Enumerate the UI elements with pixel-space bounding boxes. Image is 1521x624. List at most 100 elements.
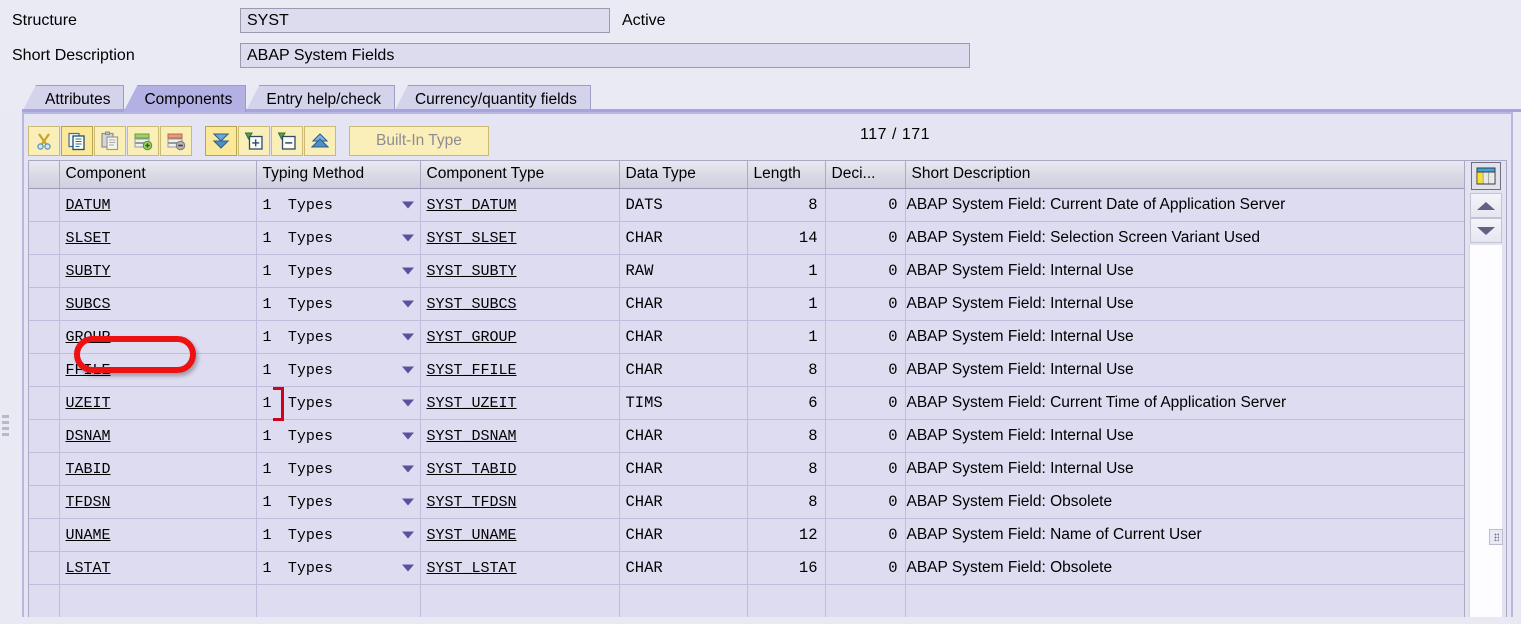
cell-typing-method[interactable]: 1 Types [256,453,420,486]
tab-currency-quantity-fields[interactable]: Currency/quantity fields [394,85,591,112]
component-type-link[interactable]: SYST_LSTAT [427,560,517,577]
chevron-down-icon[interactable] [402,565,414,572]
table-row-partial[interactable] [29,585,1465,618]
row-selector[interactable] [29,288,59,321]
cell-typing-method[interactable]: 1 Types [256,222,420,255]
table-row[interactable]: SUBTY 1 Types SYST_SUBTY RAW 1 0 ABAP Sy… [29,255,1465,288]
cell-typing-method[interactable]: 1 Types [256,519,420,552]
delete-row-button[interactable] [160,126,192,156]
chevron-down-icon[interactable] [402,400,414,407]
cell-typing-method[interactable]: 1 Types [256,255,420,288]
column-header-data-type[interactable]: Data Type [619,161,747,189]
structure-name-input[interactable] [240,8,610,33]
table-row[interactable]: SLSET 1 Types SYST_SLSET CHAR 14 0 ABAP … [29,222,1465,255]
component-type-link[interactable]: SYST_UNAME [427,527,517,544]
chevron-down-icon[interactable] [402,334,414,341]
column-header-length[interactable]: Length [747,161,825,189]
tab-entry-help-check[interactable]: Entry help/check [245,85,395,112]
chevron-down-icon[interactable] [402,202,414,209]
cell-typing-method[interactable]: 1 Types [256,552,420,585]
grid-settings-button[interactable] [1471,162,1501,190]
predefined-type-button[interactable] [304,126,336,156]
component-link[interactable]: UZEIT [66,395,111,412]
row-selector[interactable] [29,519,59,552]
chevron-down-icon[interactable] [402,268,414,275]
component-link[interactable]: UNAME [66,527,111,544]
cell-typing-method[interactable]: 1 Types [256,354,420,387]
row-selector[interactable] [29,189,59,222]
chevron-down-icon[interactable] [402,433,414,440]
component-link[interactable]: TABID [66,461,111,478]
cell-typing-method[interactable]: 1 Types [256,486,420,519]
cell-typing-method[interactable]: 1 Types [256,288,420,321]
row-selector[interactable] [29,255,59,288]
row-selector[interactable] [29,486,59,519]
component-link[interactable]: TFDSN [66,494,111,511]
component-link[interactable]: LSTAT [66,560,111,577]
component-link[interactable]: FFILE [66,362,111,379]
sort-descending-button[interactable] [205,126,237,156]
column-header-typing-method[interactable]: Typing Method [256,161,420,189]
row-selector[interactable] [29,354,59,387]
expand-button[interactable] [238,126,270,156]
column-header-short-description[interactable]: Short Description [905,161,1465,189]
short-description-input[interactable] [240,43,970,68]
chevron-down-icon[interactable] [402,235,414,242]
component-link[interactable]: GROUP [66,329,111,346]
chevron-down-icon[interactable] [402,301,414,308]
row-selector[interactable] [29,552,59,585]
component-type-link[interactable]: SYST_GROUP [427,329,517,346]
cell-typing-method[interactable]: 1 Types [256,189,420,222]
table-row[interactable]: LSTAT 1 Types SYST_LSTAT CHAR 16 0 ABAP … [29,552,1465,585]
table-row[interactable]: UZEIT 1 Types SYST_UZEIT TIMS 6 0 ABAP S… [29,387,1465,420]
insert-row-button[interactable] [127,126,159,156]
chevron-down-icon[interactable] [402,532,414,539]
column-header-component-type[interactable]: Component Type [420,161,619,189]
component-link[interactable]: DATUM [66,197,111,214]
component-type-link[interactable]: SYST_FFILE [427,362,517,379]
table-row[interactable]: TABID 1 Types SYST_TABID CHAR 8 0 ABAP S… [29,453,1465,486]
component-type-link[interactable]: SYST_UZEIT [427,395,517,412]
row-selector[interactable] [29,585,59,618]
builtin-type-button[interactable]: Built-In Type [349,126,489,156]
scroll-down-button[interactable] [1470,218,1502,243]
chevron-down-icon[interactable] [402,367,414,374]
scrollbar-resize-grip[interactable] [1489,529,1503,545]
component-type-link[interactable]: SYST_DATUM [427,197,517,214]
select-all-header[interactable] [29,161,59,189]
row-selector[interactable] [29,222,59,255]
row-selector[interactable] [29,453,59,486]
component-type-link[interactable]: SYST_TFDSN [427,494,517,511]
column-header-decimals[interactable]: Deci... [825,161,905,189]
table-row[interactable]: FFILE 1 Types SYST_FFILE CHAR 8 0 ABAP S… [29,354,1465,387]
column-header-component[interactable]: Component [59,161,256,189]
table-row[interactable]: UNAME 1 Types SYST_UNAME CHAR 12 0 ABAP … [29,519,1465,552]
cut-button[interactable] [28,126,60,156]
cell-typing-method[interactable]: 1 Types [256,321,420,354]
row-selector[interactable] [29,387,59,420]
panel-splitter-handle[interactable] [2,415,10,445]
component-type-link[interactable]: SYST_DSNAM [427,428,517,445]
vertical-scrollbar-track[interactable] [1469,245,1502,617]
row-selector[interactable] [29,321,59,354]
scroll-up-button[interactable] [1470,193,1502,218]
table-row[interactable]: DSNAM 1 Types SYST_DSNAM CHAR 8 0 ABAP S… [29,420,1465,453]
table-row[interactable]: TFDSN 1 Types SYST_TFDSN CHAR 8 0 ABAP S… [29,486,1465,519]
table-row[interactable]: GROUP 1 Types SYST_GROUP CHAR 1 0 ABAP S… [29,321,1465,354]
cell-typing-method[interactable]: 1 Types [256,420,420,453]
chevron-down-icon[interactable] [402,466,414,473]
component-type-link[interactable]: SYST_TABID [427,461,517,478]
tab-components[interactable]: Components [123,85,246,112]
component-link[interactable]: SUBTY [66,263,111,280]
tab-attributes[interactable]: Attributes [22,85,124,112]
table-row[interactable]: DATUM 1 Types SYST_DATUM DATS 8 0 ABAP S… [29,189,1465,222]
component-type-link[interactable]: SYST_SUBCS [427,296,517,313]
component-link[interactable]: SLSET [66,230,111,247]
copy-button[interactable] [61,126,93,156]
collapse-button[interactable] [271,126,303,156]
component-link[interactable]: DSNAM [66,428,111,445]
component-type-link[interactable]: SYST_SLSET [427,230,517,247]
paste-button[interactable] [94,126,126,156]
cell-typing-method[interactable]: 1 Types [256,387,420,420]
component-type-link[interactable]: SYST_SUBTY [427,263,517,280]
